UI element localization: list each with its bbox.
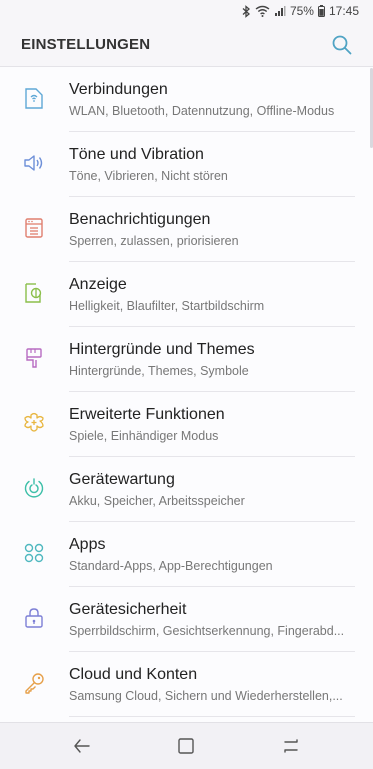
item-subtitle: Hintergründe, Themes, Symbole xyxy=(69,364,249,378)
brush-icon xyxy=(26,348,42,368)
settings-item-geraetesicherheit[interactable]: Gerätesicherheit Sperrbildschirm, Gesich… xyxy=(0,587,373,652)
settings-list: Verbindungen WLAN, Bluetooth, Datennutzu… xyxy=(0,67,373,722)
apps-icon xyxy=(24,543,44,563)
item-subtitle: Sperrbildschirm, Gesichtserkennung, Fing… xyxy=(69,624,345,638)
puzzle-icon xyxy=(24,412,44,432)
sound-icon xyxy=(24,155,43,171)
settings-item-geraetewartung[interactable]: Gerätewartung Akku, Speicher, Arbeitsspe… xyxy=(0,457,373,522)
item-title: Apps xyxy=(69,536,106,553)
maintenance-icon xyxy=(24,478,44,498)
page-title: EINSTELLUNGEN xyxy=(21,36,151,53)
status-icons: 75% 17:45 xyxy=(241,4,359,18)
wifi-icon xyxy=(255,5,270,17)
item-title: Gerätewartung xyxy=(69,471,175,488)
status-bar: 75% 17:45 xyxy=(0,0,373,24)
settings-item-toene[interactable]: Töne und Vibration Töne, Vibrieren, Nich… xyxy=(0,132,373,197)
lock-icon xyxy=(25,608,43,628)
search-icon[interactable] xyxy=(331,34,353,56)
item-subtitle: Helligkeit, Blaufilter, Startbildschirm xyxy=(69,299,265,313)
item-subtitle: Sperren, zulassen, priorisieren xyxy=(69,234,239,248)
settings-item-verbindungen[interactable]: Verbindungen WLAN, Bluetooth, Datennutzu… xyxy=(0,67,373,132)
settings-item-hintergruende[interactable]: Hintergründe und Themes Hintergründe, Th… xyxy=(0,327,373,392)
display-icon xyxy=(25,283,42,303)
back-icon[interactable] xyxy=(72,736,92,756)
recents-icon[interactable] xyxy=(281,736,301,756)
item-subtitle: Töne, Vibrieren, Nicht stören xyxy=(69,169,228,183)
item-subtitle: WLAN, Bluetooth, Datennutzung, Offline-M… xyxy=(69,104,335,118)
settings-item-benachrichtigungen[interactable]: Benachrichtigungen Sperren, zulassen, pr… xyxy=(0,197,373,262)
connections-icon xyxy=(25,88,43,109)
key-icon xyxy=(25,673,44,694)
divider xyxy=(69,716,355,717)
item-title: Erweiterte Funktionen xyxy=(69,406,225,423)
settings-item-cloud[interactable]: Cloud und Konten Samsung Cloud, Sichern … xyxy=(0,652,373,717)
clock: 17:45 xyxy=(328,4,359,18)
bluetooth-icon xyxy=(242,4,250,18)
settings-item-erweitert[interactable]: Erweiterte Funktionen Spiele, Einhändige… xyxy=(0,392,373,457)
item-title: Hintergründe und Themes xyxy=(69,341,255,358)
item-title: Töne und Vibration xyxy=(69,146,204,163)
home-icon[interactable] xyxy=(176,736,196,756)
battery-percent: 75% xyxy=(289,4,314,18)
settings-item-anzeige[interactable]: Anzeige Helligkeit, Blaufilter, Startbil… xyxy=(0,262,373,327)
item-subtitle: Samsung Cloud, Sichern und Wiederherstel… xyxy=(69,689,343,703)
item-subtitle: Spiele, Einhändiger Modus xyxy=(69,429,219,443)
item-subtitle: Standard-Apps, App-Berechtigungen xyxy=(69,559,273,573)
notifications-icon xyxy=(25,218,43,238)
item-title: Gerätesicherheit xyxy=(69,601,187,618)
item-title: Benachrichtigungen xyxy=(69,211,211,228)
navigation-bar xyxy=(0,722,373,769)
settings-item-apps[interactable]: Apps Standard-Apps, App-Berechtigungen xyxy=(0,522,373,587)
item-title: Anzeige xyxy=(69,276,127,293)
item-title: Cloud und Konten xyxy=(69,666,198,683)
item-subtitle: Akku, Speicher, Arbeitsspeicher xyxy=(69,494,245,508)
header: EINSTELLUNGEN xyxy=(0,24,373,67)
signal-icon xyxy=(274,6,286,16)
item-title: Verbindungen xyxy=(69,81,168,98)
battery-icon xyxy=(317,5,325,17)
